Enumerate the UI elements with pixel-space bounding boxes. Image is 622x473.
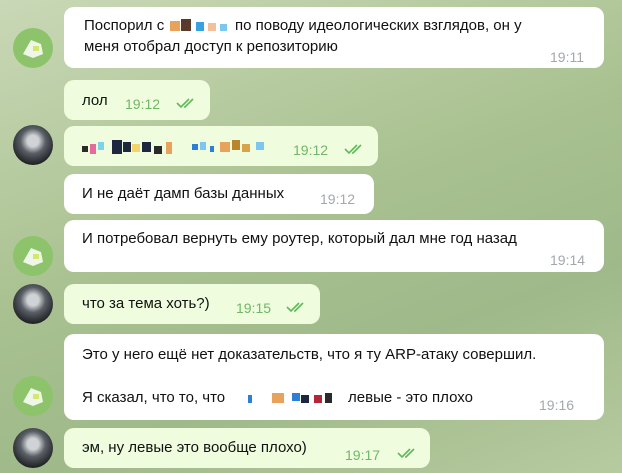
user-avatar[interactable]: [13, 125, 53, 165]
message-bubble[interactable]: И не даёт дамп базы данных 19:12: [64, 174, 374, 214]
avatar-image: [23, 248, 43, 266]
contact-avatar[interactable]: [13, 28, 53, 68]
contact-avatar[interactable]: [13, 236, 53, 276]
message-text: Я сказал, что то, что: [82, 389, 226, 406]
read-ticks-icon: [344, 144, 362, 155]
read-ticks-icon: [176, 98, 194, 109]
message-text: что за тема хоть?): [82, 295, 210, 312]
avatar-image: [23, 388, 43, 406]
contact-avatar[interactable]: [13, 376, 53, 416]
redacted-emoji-row: [248, 393, 332, 403]
redacted-emoji-row: [82, 140, 264, 154]
message-time: 19:11: [550, 49, 584, 65]
message-text: эм, ну левые это вообще плохо): [82, 439, 307, 456]
message-bubble[interactable]: И потребовал вернуть ему роутер, который…: [64, 220, 604, 272]
message-text: по поводу идеологических взглядов, он у: [235, 17, 522, 34]
message-time: 19:14: [550, 252, 586, 268]
message-time: 19:17: [345, 447, 381, 463]
read-ticks-icon: [397, 448, 415, 459]
message-text: И потребовал вернуть ему роутер, который…: [82, 230, 517, 247]
message-time: 19:12: [320, 191, 356, 207]
message-time: 19:12: [293, 142, 329, 158]
message-bubble[interactable]: что за тема хоть?) 19:15: [64, 284, 320, 324]
message-time: 19:12: [125, 96, 161, 112]
message-text: Поспорил с: [84, 17, 165, 34]
message-bubble[interactable]: лол 19:12: [64, 80, 210, 120]
message-text: Это у него ещё нет доказательств, что я …: [82, 346, 537, 363]
message-bubble[interactable]: эм, ну левые это вообще плохо) 19:17: [64, 428, 430, 468]
redacted-name-emoji: [170, 19, 227, 31]
user-avatar[interactable]: [13, 428, 53, 468]
message-bubble[interactable]: Поспорил с по поводу идеологических взгл…: [64, 7, 604, 68]
message-time: 19:15: [236, 300, 272, 316]
message-text: меня отобрал доступ к репозиторию: [84, 38, 338, 55]
message-text: И не даёт дамп базы данных: [82, 185, 285, 202]
user-avatar[interactable]: [13, 284, 53, 324]
avatar-image: [23, 40, 43, 58]
message-time: 19:16: [539, 397, 575, 413]
message-text: лол: [82, 92, 108, 109]
message-bubble[interactable]: Это у него ещё нет доказательств, что я …: [64, 334, 604, 420]
message-bubble[interactable]: 19:12: [64, 126, 378, 166]
read-ticks-icon: [286, 302, 304, 313]
chat-area: Поспорил с по поводу идеологических взгл…: [0, 0, 622, 473]
message-text: левые - это плохо: [348, 389, 473, 406]
